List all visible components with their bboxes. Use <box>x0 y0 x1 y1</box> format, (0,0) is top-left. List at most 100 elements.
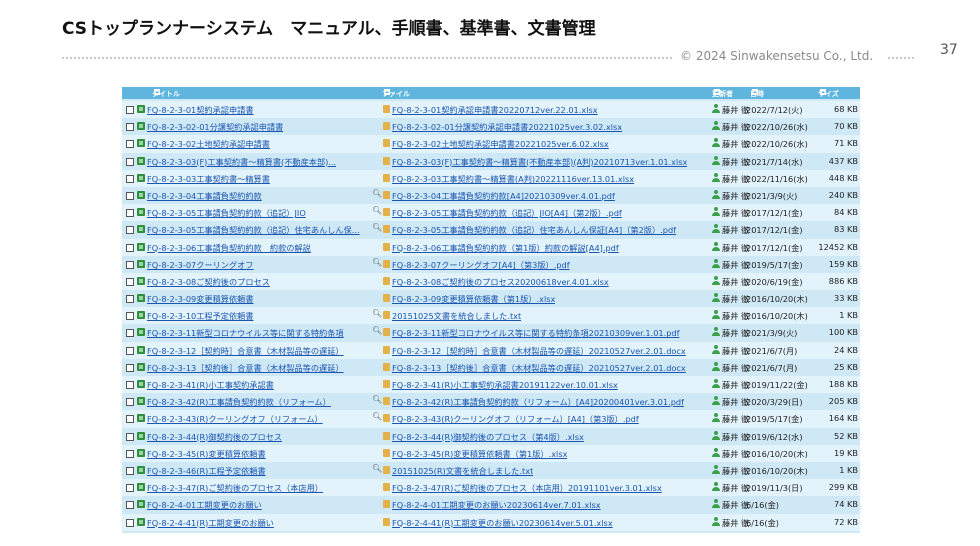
row-checkbox[interactable] <box>126 174 134 183</box>
row-checkbox[interactable] <box>126 277 134 286</box>
sort-icon[interactable] <box>714 89 720 95</box>
document-title-link[interactable]: FQ-8-2-3-41(R)小工事契約承認書 <box>147 379 274 391</box>
document-title-link[interactable]: FQ-8-2-3-03工事契約書～精算書 <box>147 173 270 185</box>
row-checkbox[interactable] <box>126 449 134 458</box>
file-link[interactable]: FQ-8-2-3-47(R)ご契約後のプロセス（本店用）20191101ver.… <box>392 482 662 494</box>
row-checkbox[interactable] <box>126 209 134 218</box>
document-title-link[interactable]: FQ-8-2-3-04工事請負契約約款 <box>147 190 262 202</box>
row-checkbox[interactable] <box>126 226 134 235</box>
preview-icon[interactable]: 🔍︎ <box>372 189 382 198</box>
document-title-link[interactable]: FQ-8-2-3-05工事請負契約約款（追記）JIO <box>147 207 306 219</box>
document-title-link[interactable]: FQ-8-2-3-06工事請負契約約款 約款の解説 <box>147 242 311 254</box>
document-icon <box>137 345 145 354</box>
file-link[interactable]: FQ-8-2-3-13［契約後］合意書（木材製品等の遅延）20210527ver… <box>392 362 686 374</box>
file-link[interactable]: FQ-8-2-3-03工事契約書～精算書(A判)20221116ver.13.0… <box>392 173 634 185</box>
document-icon <box>137 414 145 423</box>
document-title-link[interactable]: FQ-8-2-3-01契約承認申請書 <box>147 104 254 116</box>
file-link[interactable]: FQ-8-2-3-09変更積算依頼書（第1版）.xlsx <box>392 293 555 305</box>
row-checkbox[interactable] <box>126 501 134 510</box>
file-link[interactable]: FQ-8-2-3-03(F)工事契約書～精算書(不動産本部)(A判)202107… <box>392 156 687 168</box>
row-checkbox[interactable] <box>126 346 134 355</box>
row-checkbox[interactable] <box>126 363 134 372</box>
sort-icon[interactable] <box>820 89 826 95</box>
document-title-link[interactable]: FQ-8-2-3-12［契約時］合意書（木材製品等の遅延） <box>147 345 344 357</box>
sort-icon[interactable] <box>154 89 160 95</box>
file-link[interactable]: FQ-8-2-3-04工事請負契約約款[A4]20210309ver.4.01.… <box>392 190 615 202</box>
file-link[interactable]: FQ-8-2-3-43(R)クーリングオフ（リフォーム）[A4]（第3版）.pd… <box>392 413 639 425</box>
row-checkbox[interactable] <box>126 157 134 166</box>
sort-icon[interactable] <box>384 89 390 95</box>
file-link[interactable]: 20151025(R)文書を統合しました.txt <box>392 465 533 477</box>
file-link[interactable]: FQ-8-2-3-02-01分譲契約承認申請書20221025ver.3.02.… <box>392 121 622 133</box>
file-link[interactable]: FQ-8-2-3-05工事請負契約約款（追記）JIO[A4]（第2版）.pdf <box>392 207 622 219</box>
document-title-link[interactable]: FQ-8-2-3-11新型コロナウイルス等に関する特約条項 <box>147 327 344 339</box>
file-link[interactable]: FQ-8-2-3-42(R)工事請負契約約款（リフォーム）[A4]2020040… <box>392 396 684 408</box>
document-title-link[interactable]: FQ-8-2-3-45(R)変更積算依頼書 <box>147 448 266 460</box>
preview-icon[interactable]: 🔍︎ <box>372 309 382 318</box>
file-link[interactable]: FQ-8-2-3-02土地契約承認申請書20221025ver.6.02.xls… <box>392 138 609 150</box>
row-checkbox[interactable] <box>126 518 134 527</box>
row-checkbox[interactable] <box>126 123 134 132</box>
file-link[interactable]: FQ-8-2-3-01契約承認申請書20220712ver.22.01.xlsx <box>392 104 598 116</box>
user-icon <box>712 258 720 269</box>
row-checkbox[interactable] <box>126 398 134 407</box>
row-checkbox[interactable] <box>126 415 134 424</box>
row-checkbox[interactable] <box>126 466 134 475</box>
document-title-link[interactable]: FQ-8-2-3-02-01分譲契約承認申請書 <box>147 121 283 133</box>
preview-icon[interactable]: 🔍︎ <box>372 464 382 473</box>
row-checkbox[interactable] <box>126 295 134 304</box>
document-title-link[interactable]: FQ-8-2-3-10工程予定依頼書 <box>147 310 254 322</box>
document-title-link[interactable]: FQ-8-2-4-01工期変更のお願い <box>147 499 262 511</box>
file-link[interactable]: FQ-8-2-3-06工事請負契約約款（第1版）約款の解説[A4].pdf <box>392 242 619 254</box>
row-checkbox[interactable] <box>126 191 134 200</box>
preview-icon[interactable]: 🔍︎ <box>372 326 382 335</box>
row-checkbox[interactable] <box>126 312 134 321</box>
preview-icon[interactable]: 🔍︎ <box>372 258 382 267</box>
document-title-link[interactable]: FQ-8-2-3-02土地契約承認申請書 <box>147 138 270 150</box>
document-title-link[interactable]: FQ-8-2-3-08ご契約後のプロセス <box>147 276 270 288</box>
sort-icon[interactable] <box>752 89 758 95</box>
document-title-link[interactable]: FQ-8-2-3-44(R)御契約後のプロセス <box>147 431 282 443</box>
row-checkbox[interactable] <box>126 106 134 114</box>
row-checkbox[interactable] <box>126 381 134 389</box>
document-title-link[interactable]: FQ-8-2-3-47(R)ご契約後のプロセス（本店用） <box>147 482 323 494</box>
document-title-link[interactable]: FQ-8-2-3-13［契約後］合意書（木材製品等の遅延） <box>147 362 344 374</box>
row-checkbox[interactable] <box>126 260 134 269</box>
header-size[interactable]: サイズ <box>818 88 839 98</box>
file-size: 188 KB <box>828 379 858 389</box>
file-link[interactable]: FQ-8-2-3-44(R)御契約後のプロセス（第4版）.xlsx <box>392 431 584 443</box>
row-checkbox[interactable] <box>126 329 134 338</box>
file-link[interactable]: FQ-8-2-3-45(R)変更積算依頼書（第1版）.xlsx <box>392 448 567 460</box>
document-title-link[interactable]: FQ-8-2-3-09変更積算依頼書 <box>147 293 254 305</box>
document-title-link[interactable]: FQ-8-2-3-03(F)工事契約書～精算書(不動産本部)... <box>147 156 336 168</box>
file-link[interactable]: FQ-8-2-3-12［契約時］合意書（木材製品等の遅延）20210527ver… <box>392 345 686 357</box>
file-link[interactable]: 20151025文書を統合しました.txt <box>392 310 521 322</box>
preview-icon[interactable]: 🔍︎ <box>372 223 382 232</box>
preview-icon[interactable]: 🔍︎ <box>372 206 382 215</box>
document-title-link[interactable]: FQ-8-2-3-07クーリングオフ <box>147 259 254 271</box>
document-title-link[interactable]: FQ-8-2-3-43(R)クーリングオフ（リフォーム） <box>147 413 323 425</box>
file-link[interactable]: FQ-8-2-3-11新型コロナウイルス等に関する特約条項20210309ver… <box>392 327 680 339</box>
file-link[interactable]: FQ-8-2-3-05工事請負契約約款（追記）住宅あんしん保証[A4]（第2版）… <box>392 224 676 236</box>
preview-icon[interactable]: 🔍︎ <box>372 395 382 404</box>
file-link[interactable]: FQ-8-2-3-08ご契約後のプロセス20200618ver.4.01.xls… <box>392 276 609 288</box>
file-link[interactable]: FQ-8-2-3-07クーリングオフ[A4]（第3版）.pdf <box>392 259 570 271</box>
file-icon <box>383 431 390 440</box>
row-checkbox[interactable] <box>126 243 134 252</box>
file-link[interactable]: FQ-8-2-4-41(R)工期変更のお願い20230614ver.5.01.x… <box>392 517 613 529</box>
header-date[interactable]: 日時 <box>750 88 764 98</box>
row-checkbox[interactable] <box>126 484 134 493</box>
document-title-link[interactable]: FQ-8-2-3-46(R)工程予定依頼書 <box>147 465 266 477</box>
file-icon <box>383 190 390 199</box>
file-link[interactable]: FQ-8-2-4-01工期変更のお願い20230614ver.7.01.xlsx <box>392 499 601 511</box>
preview-icon[interactable]: 🔍︎ <box>372 412 382 421</box>
header-file[interactable]: ファイル <box>382 88 410 98</box>
header-updater[interactable]: 更新者 <box>712 88 733 98</box>
header-title[interactable]: タイトル <box>152 88 180 98</box>
document-title-link[interactable]: FQ-8-2-3-05工事請負契約約款（追記）住宅あんしん保... <box>147 224 360 236</box>
document-title-link[interactable]: FQ-8-2-4-41(R)工期変更のお願い <box>147 517 274 529</box>
row-checkbox[interactable] <box>126 140 134 149</box>
file-link[interactable]: FQ-8-2-3-41(R)小工事契約承認書20191122ver.10.01.… <box>392 379 618 391</box>
row-checkbox[interactable] <box>126 432 134 441</box>
document-title-link[interactable]: FQ-8-2-3-42(R)工事請負契約約款（リフォーム） <box>147 396 331 408</box>
